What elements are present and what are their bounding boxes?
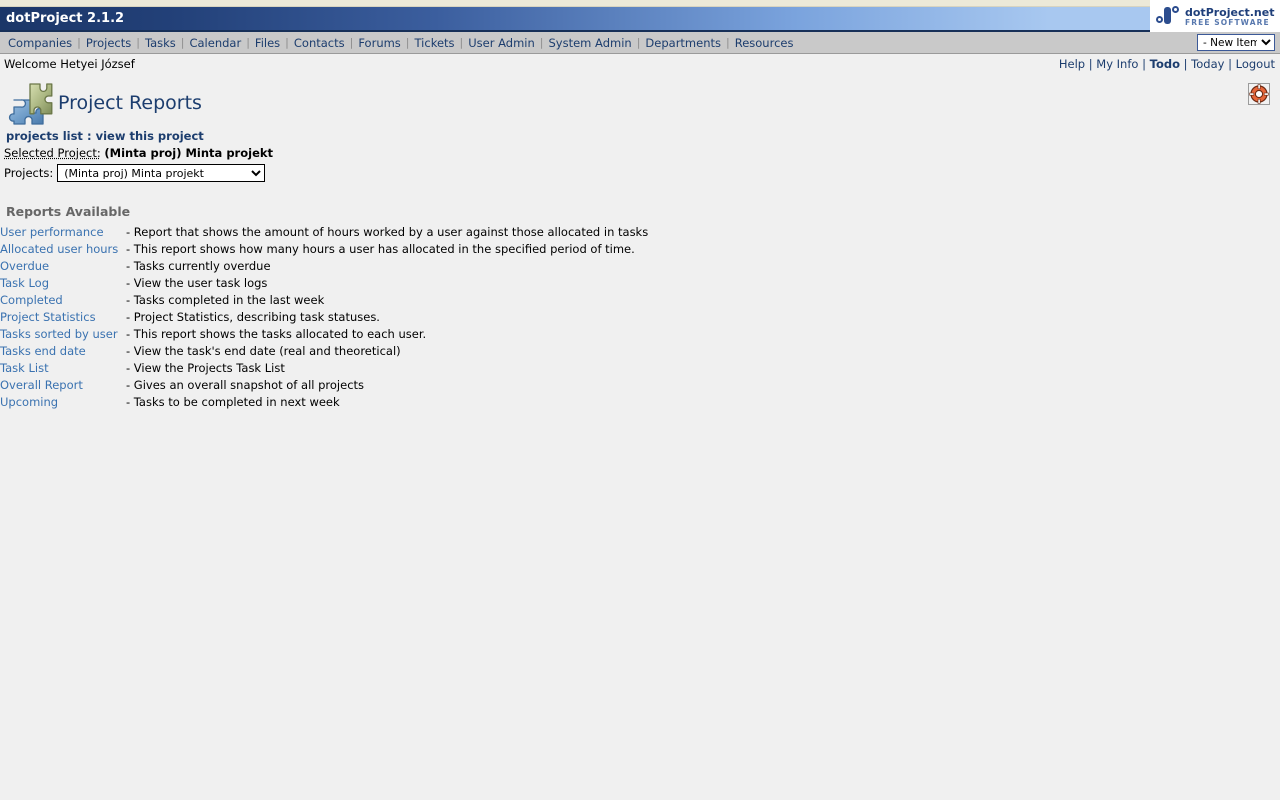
selected-project-label: Selected Project: [4,146,101,160]
selected-project-value: (Minta proj) Minta projekt [104,146,274,160]
report-link-project-statistics[interactable]: Project Statistics [0,310,96,324]
nav-item-projects[interactable]: Projects [81,36,136,50]
nav-item-tasks[interactable]: Tasks [140,36,181,50]
nav-item-companies[interactable]: Companies [3,36,77,50]
report-link-completed[interactable]: Completed [0,293,63,307]
report-link-overdue[interactable]: Overdue [0,259,49,273]
nav-item-calendar[interactable]: Calendar [184,36,246,50]
nav-item-system-admin[interactable]: System Admin [544,36,637,50]
report-row: Task Log - View the user task logs [0,275,648,292]
report-description-cell: - This report shows the tasks allocated … [126,327,427,341]
report-name-cell: Allocated user hours [0,241,126,258]
breadcrumb-separator: : [86,129,92,143]
brand-panel: dotProject.net FREE SOFTWARE [1150,0,1280,34]
report-row: Tasks sorted by user - This report shows … [0,326,648,343]
report-name-cell: Upcoming [0,394,126,411]
report-description-cell: - View the Projects Task List [126,361,285,375]
report-link-tasks-sorted-by-user[interactable]: Tasks sorted by user [0,327,118,341]
report-link-task-list[interactable]: Task List [0,361,49,375]
report-description-cell: - This report shows how many hours a use… [126,242,635,256]
user-link-separator: | [1138,57,1150,71]
report-link-task-log[interactable]: Task Log [0,276,49,290]
app-title: dotProject 2.1.2 [6,11,125,26]
report-link-user-performance[interactable]: User performance [0,225,104,239]
report-row: Upcoming - Tasks to be completed in next … [0,394,648,411]
nav-item-resources[interactable]: Resources [730,36,799,50]
nav-item-departments[interactable]: Departments [640,36,726,50]
user-link-separator: | [1224,57,1236,71]
report-description-cell: - Project Statistics, describing task st… [126,310,380,324]
top-decorative-strip [0,0,1280,7]
report-name-cell: Overall Report [0,377,126,394]
report-name-cell: User performance [0,224,126,241]
reports-table: User performance - Report that shows the … [0,224,648,411]
new-item-select[interactable]: - New Item - [1197,34,1275,51]
user-link-my-info[interactable]: My Info [1096,57,1138,71]
report-row: Tasks end date - View the task's end date… [0,343,648,360]
user-link-help[interactable]: Help [1059,57,1085,71]
nav-item-contacts[interactable]: Contacts [289,36,350,50]
welcome-message: Welcome Hetyei József [4,57,135,71]
welcome-bar: Welcome Hetyei József Help | My Info | T… [0,54,1280,74]
breadcrumb-view-this-project[interactable]: view this project [96,129,204,143]
report-name-cell: Project Statistics [0,309,126,326]
report-description-cell: - Tasks completed in the last week [126,293,325,307]
breadcrumb-projects-list[interactable]: projects list [6,129,83,143]
report-description-cell: - View the task's end date (real and the… [126,344,401,358]
report-name-cell: Tasks sorted by user [0,326,126,343]
report-description-cell: - View the user task logs [126,276,268,290]
user-link-todo[interactable]: Todo [1150,57,1180,71]
puzzle-piece-icon [8,83,53,125]
report-link-allocated-user-hours[interactable]: Allocated user hours [0,242,118,256]
user-link-separator: | [1085,57,1097,71]
projects-select-row: Projects: (Minta proj) Minta projekt [4,164,1280,182]
report-row: Task List - View the Projects Task List [0,360,648,377]
user-links: Help | My Info | Todo | Today | Logout [1059,57,1275,71]
main-navigation-bar: Companies | Projects | Tasks | Calendar | Files |… [0,32,1280,54]
report-name-cell: Task List [0,360,126,377]
report-link-tasks-end-date[interactable]: Tasks end date [0,344,86,358]
report-name-cell: Completed [0,292,126,309]
user-link-separator: | [1179,57,1192,71]
report-name-cell: Task Log [0,275,126,292]
nav-item-forums[interactable]: Forums [353,36,405,50]
report-row: Overall Report - Gives an overall snapsho… [0,377,648,394]
report-row: User performance - Report that shows the … [0,224,648,241]
dotproject-logo-icon [1155,5,1181,29]
breadcrumb: projects list : view this project [6,129,1280,143]
report-description-cell: - Tasks to be completed in next week [126,395,340,409]
brand-tagline: FREE SOFTWARE [1185,17,1270,27]
page-header: Project Reports [0,80,1280,128]
selected-project-row: Selected Project: (Minta proj) Minta pro… [4,146,1280,160]
report-description-cell: - Tasks currently overdue [126,259,271,273]
page-title: Project Reports [58,92,202,114]
projects-select-label: Projects: [4,166,54,180]
report-link-overall-report[interactable]: Overall Report [0,378,83,392]
life-ring-help-icon[interactable] [1248,83,1270,105]
reports-available-heading: Reports Available [6,204,131,219]
report-name-cell: Overdue [0,258,126,275]
report-description-cell: - Gives an overall snapshot of all proje… [126,378,365,392]
report-row: Completed - Tasks completed in the last w… [0,292,648,309]
report-name-cell: Tasks end date [0,343,126,360]
project-select[interactable]: (Minta proj) Minta projekt [57,164,266,182]
nav-item-user-admin[interactable]: User Admin [463,36,540,50]
report-row: Allocated user hours - This report shows … [0,241,648,258]
nav-item-files[interactable]: Files [250,36,285,50]
app-titlebar: dotProject 2.1.2 dotProject.net FREE SOF… [0,0,1280,34]
report-row: Overdue - Tasks currently overdue [0,258,648,275]
report-link-upcoming[interactable]: Upcoming [0,395,58,409]
user-link-logout[interactable]: Logout [1236,57,1275,71]
report-description-cell: - Report that shows the amount of hours … [126,225,649,239]
report-row: Project Statistics - Project Statistics, … [0,309,648,326]
nav-item-tickets[interactable]: Tickets [410,36,460,50]
user-link-today[interactable]: Today [1191,57,1224,71]
